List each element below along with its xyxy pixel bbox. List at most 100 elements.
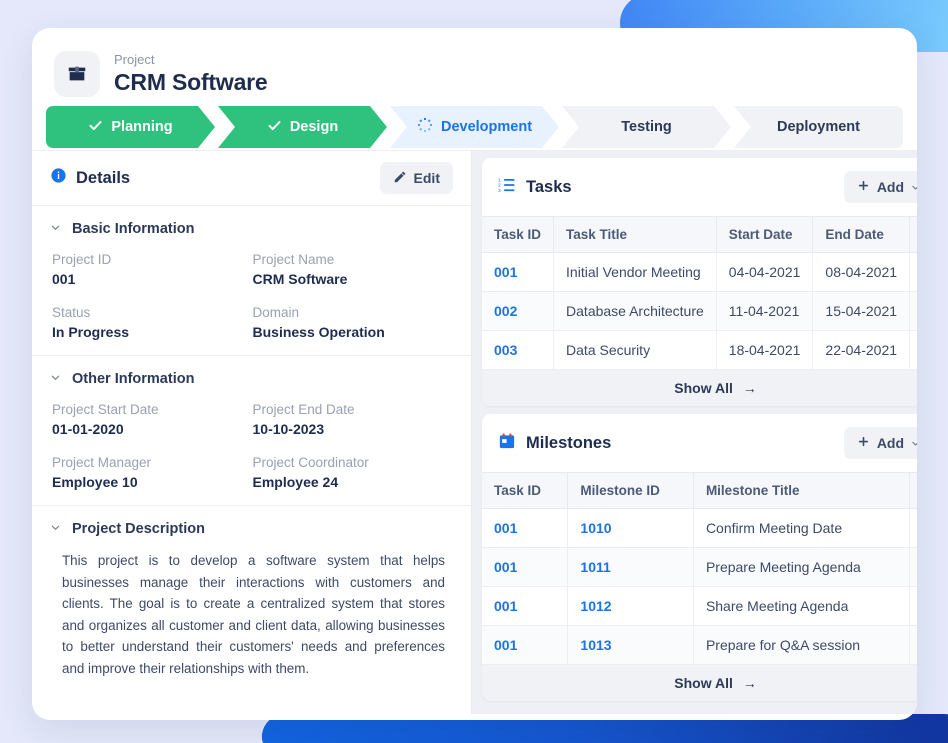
card-header: Project CRM Software (32, 28, 917, 104)
milestone-id[interactable]: 1010 (567, 508, 694, 548)
row-menu-icon[interactable]: ⋮ (909, 291, 917, 331)
tasks-header: 1 2 3 Tasks Add (482, 158, 917, 216)
section-header[interactable]: Basic Information (50, 220, 453, 238)
table-row[interactable]: 001 1013 Prepare for Q&A session ⋮ (482, 625, 917, 665)
milestones-table-header-row: Task ID Milestone ID Milestone Title (482, 472, 917, 509)
field-value: 01-01-2020 (52, 421, 124, 437)
field-project-start-date: Project Start Date 01-01-2020 (52, 400, 253, 440)
step-planning[interactable]: Planning (46, 106, 215, 148)
step-testing[interactable]: Testing (562, 106, 731, 148)
tasks-add-button[interactable]: Add (843, 171, 917, 203)
tasks-show-all-label: Show All (674, 380, 733, 396)
field-label: Project ID (52, 252, 112, 267)
field-label: Project End Date (252, 402, 355, 417)
milestone-id[interactable]: 1011 (567, 547, 694, 587)
page-root: Project CRM Software Planning Design Dev… (0, 0, 948, 743)
milestone-task-id[interactable]: 001 (482, 547, 569, 587)
milestones-show-all-button[interactable]: Show All → (482, 665, 917, 701)
chevron-down-icon (911, 179, 917, 195)
details-header: Details Edit (32, 150, 471, 206)
milestones-panel: Milestones Add Task ID Milestone ID Mile… (482, 414, 917, 701)
step-deployment[interactable]: Deployment (734, 106, 903, 148)
task-end-date: 08-04-2021 (812, 252, 911, 292)
tasks-col-task-title: Task Title (553, 216, 717, 253)
field-value: Employee 10 (52, 474, 138, 490)
arrow-right-icon: → (742, 380, 757, 396)
tasks-table: Task ID Task Title Start Date End Date 0… (482, 216, 917, 370)
milestones-add-button[interactable]: Add (843, 427, 917, 459)
section-header[interactable]: Other Information (50, 370, 453, 388)
ordered-list-icon: 1 2 3 (498, 176, 516, 199)
task-title: Database Architecture (553, 291, 717, 331)
field-label: Project Start Date (52, 402, 159, 417)
archive-box-icon (54, 51, 100, 97)
row-menu-icon[interactable]: ⋮ (909, 330, 917, 370)
row-menu-icon[interactable]: ⋮ (909, 508, 917, 548)
svg-text:3: 3 (498, 187, 501, 193)
task-id[interactable]: 003 (482, 330, 555, 370)
field-value: 10-10-2023 (252, 421, 325, 437)
row-menu-icon[interactable]: ⋮ (909, 252, 917, 292)
table-row[interactable]: 001 1011 Prepare Meeting Agenda ⋮ (482, 547, 917, 587)
field-value: Employee 24 (252, 474, 339, 490)
task-id[interactable]: 001 (482, 252, 555, 292)
pencil-icon (393, 170, 407, 187)
milestone-task-id[interactable]: 001 (482, 508, 569, 548)
milestone-id[interactable]: 1012 (567, 586, 694, 626)
table-row[interactable]: 001 1012 Share Meeting Agenda ⋮ (482, 586, 917, 626)
task-id[interactable]: 002 (482, 291, 555, 331)
field-label: Status (52, 305, 91, 320)
project-card: Project CRM Software Planning Design Dev… (32, 28, 917, 720)
milestone-title: Share Meeting Agenda (693, 586, 911, 626)
table-row[interactable]: 001 Initial Vendor Meeting 04-04-2021 08… (482, 252, 917, 292)
field-project-end-date: Project End Date 10-10-2023 (253, 400, 454, 440)
table-row[interactable]: 001 1010 Confirm Meeting Date ⋮ (482, 508, 917, 548)
section-project-description: Project Description This project is to d… (32, 506, 471, 691)
step-label: Testing (621, 119, 672, 135)
info-icon (50, 167, 67, 189)
field-domain: Domain Business Operation (253, 303, 454, 343)
milestones-col-milestone-title: Milestone Title (693, 472, 911, 509)
details-panel: Details Edit Basic Information Project I… (32, 150, 472, 714)
milestone-id[interactable]: 1013 (567, 625, 694, 665)
project-description-text: This project is to develop a software sy… (62, 553, 445, 676)
table-row[interactable]: 002 Database Architecture 11-04-2021 15-… (482, 291, 917, 331)
step-development[interactable]: Development (390, 106, 559, 148)
svg-text:2: 2 (498, 182, 501, 188)
tasks-show-all-button[interactable]: Show All → (482, 370, 917, 406)
table-row[interactable]: 003 Data Security 18-04-2021 22-04-2021 … (482, 330, 917, 370)
calendar-icon (498, 432, 516, 455)
tasks-panel: 1 2 3 Tasks Add Task ID Task Title Start… (482, 158, 917, 406)
milestone-task-id[interactable]: 001 (482, 625, 569, 665)
tasks-col-end-date: End Date (812, 216, 911, 253)
task-end-date: 15-04-2021 (812, 291, 911, 331)
milestone-task-id[interactable]: 001 (482, 586, 569, 626)
section-other-information: Other Information Project Start Date 01-… (32, 356, 471, 506)
row-menu-icon[interactable]: ⋮ (909, 547, 917, 587)
field-value: In Progress (52, 324, 130, 340)
tasks-title: Tasks (526, 177, 572, 196)
basic-fields: Project ID 001 Project Name CRM Software… (50, 250, 453, 343)
field-project-manager: Project Manager Employee 10 (52, 453, 253, 493)
milestones-show-all-label: Show All (674, 675, 733, 691)
field-value: CRM Software (252, 271, 348, 287)
card-body: Details Edit Basic Information Project I… (32, 150, 917, 714)
milestones-add-label: Add (876, 435, 905, 451)
plus-icon (857, 435, 870, 451)
task-start-date: 04-04-2021 (716, 252, 814, 292)
edit-button-label: Edit (413, 170, 440, 186)
arrow-right-icon: → (742, 675, 757, 691)
milestone-title: Prepare Meeting Agenda (693, 547, 911, 587)
svg-text:1: 1 (498, 177, 501, 183)
step-design[interactable]: Design (218, 106, 387, 148)
milestone-title: Prepare for Q&A session (693, 625, 911, 665)
field-label: Project Name (252, 252, 335, 267)
field-value: Business Operation (252, 324, 385, 340)
field-label: Project Manager (52, 455, 152, 470)
row-menu-icon[interactable]: ⋮ (909, 586, 917, 626)
details-title: Details (76, 168, 131, 187)
section-header[interactable]: Project Description (50, 520, 453, 538)
row-menu-icon[interactable]: ⋮ (909, 625, 917, 665)
field-status: Status In Progress (52, 303, 253, 343)
edit-button[interactable]: Edit (379, 162, 453, 194)
